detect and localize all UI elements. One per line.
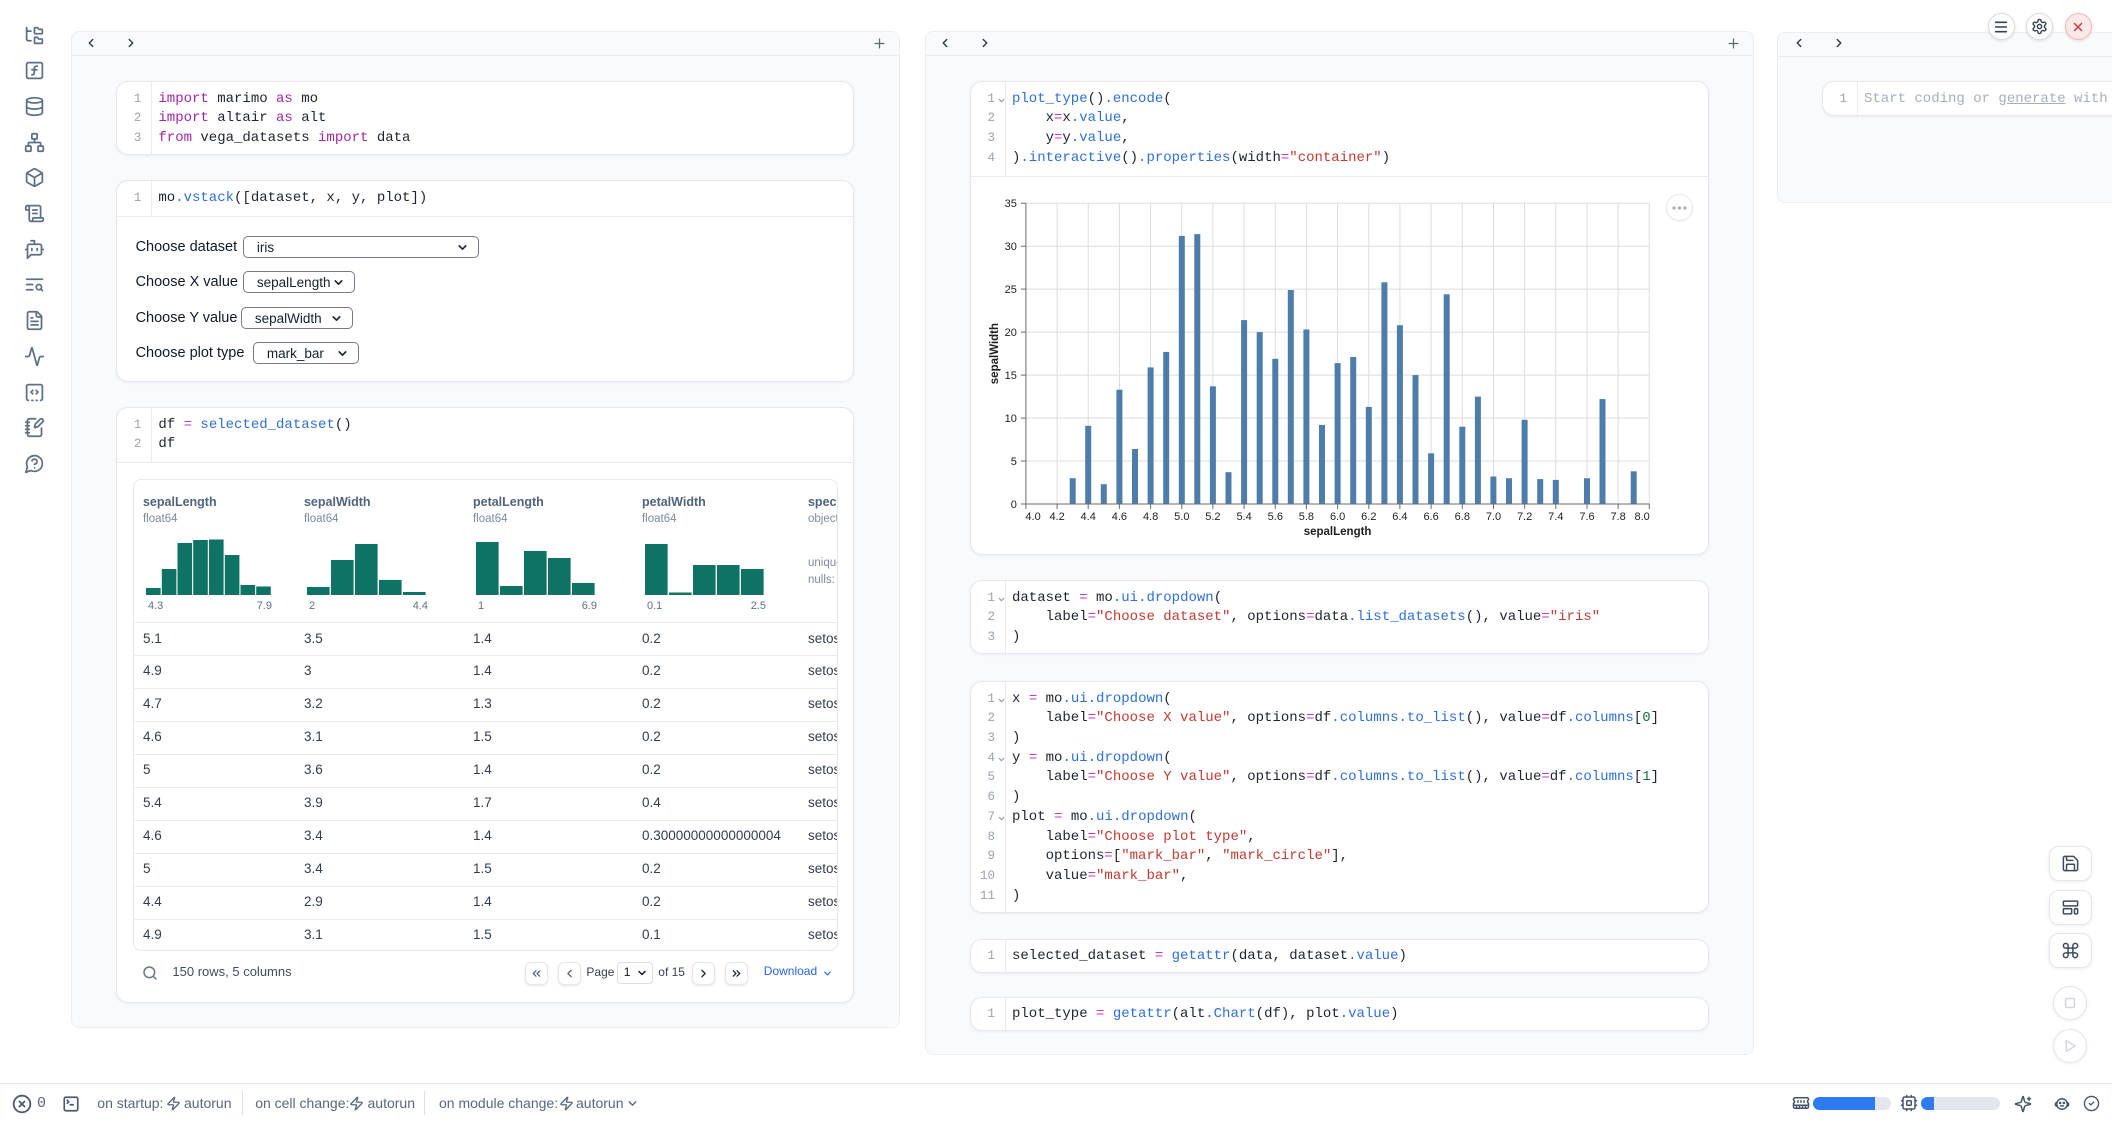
svg-text:7.8: 7.8 — [1610, 511, 1625, 523]
svg-text:25: 25 — [1005, 284, 1017, 296]
svg-text:6.2: 6.2 — [1361, 511, 1376, 523]
svg-text:5.4: 5.4 — [1236, 511, 1251, 523]
svg-text:sepalLength: sepalLength — [1304, 526, 1372, 538]
svg-text:4.8: 4.8 — [1143, 511, 1158, 523]
svg-text:15: 15 — [1005, 370, 1017, 382]
svg-text:4.6: 4.6 — [1112, 511, 1127, 523]
svg-text:7.4: 7.4 — [1548, 511, 1563, 523]
svg-text:7.2: 7.2 — [1517, 511, 1532, 523]
svg-text:0: 0 — [1011, 499, 1017, 511]
svg-text:6.4: 6.4 — [1392, 511, 1407, 523]
svg-text:10: 10 — [1005, 413, 1017, 425]
svg-text:5: 5 — [1011, 456, 1017, 468]
svg-text:5.6: 5.6 — [1268, 511, 1283, 523]
svg-text:5.0: 5.0 — [1174, 511, 1189, 523]
svg-text:6.8: 6.8 — [1455, 511, 1470, 523]
svg-text:6.0: 6.0 — [1330, 511, 1345, 523]
svg-text:4.0: 4.0 — [1025, 511, 1040, 523]
svg-text:sepalWidth: sepalWidth — [989, 323, 1001, 384]
svg-text:7.6: 7.6 — [1579, 511, 1594, 523]
svg-text:4.4: 4.4 — [1081, 511, 1096, 523]
svg-text:20: 20 — [1005, 327, 1017, 339]
svg-text:5.8: 5.8 — [1299, 511, 1314, 523]
svg-text:5.2: 5.2 — [1205, 511, 1220, 523]
svg-text:6.6: 6.6 — [1423, 511, 1438, 523]
svg-text:35: 35 — [1005, 198, 1017, 210]
svg-text:7.0: 7.0 — [1486, 511, 1501, 523]
svg-text:30: 30 — [1005, 241, 1017, 253]
svg-text:4.2: 4.2 — [1049, 511, 1064, 523]
svg-text:8.0: 8.0 — [1635, 511, 1650, 523]
